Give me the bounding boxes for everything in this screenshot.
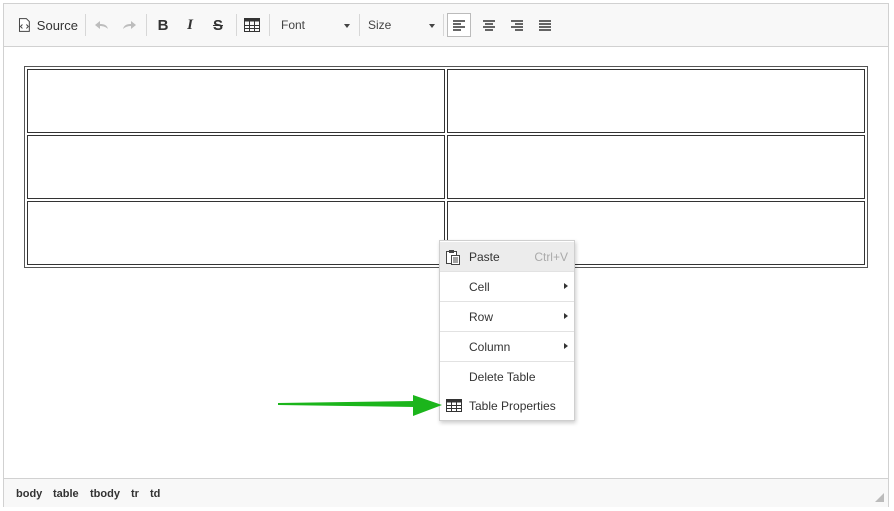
chevron-down-icon <box>429 24 435 28</box>
italic-icon: I <box>187 16 193 33</box>
table-cell[interactable] <box>447 69 865 133</box>
align-center-button[interactable] <box>477 15 501 35</box>
chevron-right-icon <box>564 343 568 349</box>
table-row <box>27 69 865 133</box>
toolbar-separator <box>359 14 360 36</box>
italic-button[interactable]: I <box>181 15 199 35</box>
toolbar-separator <box>146 14 147 36</box>
bold-icon: B <box>157 16 169 34</box>
align-justify-icon <box>539 19 551 31</box>
chevron-down-icon <box>344 24 350 28</box>
chevron-right-icon <box>564 283 568 289</box>
column-label: Column <box>469 340 511 354</box>
context-menu: Paste Ctrl+V Cell Row Column Delete Tabl… <box>439 240 575 421</box>
menu-item-table-properties[interactable]: Table Properties <box>440 391 574 420</box>
table-cell[interactable] <box>27 201 445 265</box>
table-cell[interactable] <box>27 135 445 199</box>
menu-item-row[interactable]: Row <box>440 302 574 331</box>
paste-label: Paste <box>469 250 500 264</box>
table-cell[interactable] <box>447 135 865 199</box>
cell-label: Cell <box>469 280 490 294</box>
toolbar-separator <box>85 14 86 36</box>
align-left-icon <box>453 19 465 31</box>
align-right-icon <box>511 19 523 31</box>
paste-shortcut: Ctrl+V <box>534 250 568 264</box>
table-cell[interactable] <box>27 69 445 133</box>
align-center-icon <box>483 19 495 31</box>
source-icon <box>18 18 30 32</box>
menu-item-delete-table[interactable]: Delete Table <box>440 362 574 391</box>
row-label: Row <box>469 310 494 324</box>
undo-icon <box>95 21 108 29</box>
size-select[interactable]: Size <box>368 15 440 35</box>
size-select-label: Size <box>368 18 392 32</box>
status-bar: body table tbody tr td <box>4 478 888 507</box>
source-button[interactable]: Source <box>18 15 78 35</box>
menu-item-column[interactable]: Column <box>440 332 574 361</box>
font-select[interactable]: Font <box>281 15 353 35</box>
toolbar-separator <box>236 14 237 36</box>
path-item-tbody[interactable]: tbody <box>90 488 120 500</box>
path-item-tr[interactable]: tr <box>131 488 139 500</box>
clipboard-icon <box>446 249 460 268</box>
menu-item-paste[interactable]: Paste Ctrl+V <box>440 242 574 271</box>
font-select-label: Font <box>281 18 306 32</box>
path-item-body[interactable]: body <box>16 488 42 500</box>
redo-icon <box>123 21 136 29</box>
delete-table-label: Delete Table <box>469 370 536 384</box>
table-properties-label: Table Properties <box>469 399 556 413</box>
source-label: Source <box>36 17 78 33</box>
chevron-right-icon <box>564 313 568 319</box>
align-left-button[interactable] <box>447 13 471 37</box>
toolbar-separator <box>269 14 270 36</box>
align-justify-button[interactable] <box>533 15 557 35</box>
green-arrow-annotation <box>278 395 442 416</box>
toolbar: Source B I S Font Size <box>4 4 888 47</box>
menu-item-cell[interactable]: Cell <box>440 272 574 301</box>
table-icon <box>446 399 462 415</box>
strikethrough-icon: S <box>212 16 223 34</box>
resize-handle[interactable] <box>875 493 884 502</box>
path-item-table[interactable]: table <box>53 488 79 500</box>
table-row <box>27 135 865 199</box>
bold-button[interactable]: B <box>154 15 172 35</box>
table-icon <box>244 18 260 32</box>
insert-table-button[interactable] <box>242 15 262 35</box>
strikethrough-button[interactable]: S <box>209 15 227 35</box>
undo-button[interactable] <box>92 15 112 35</box>
redo-button[interactable] <box>119 15 139 35</box>
content-table[interactable] <box>24 66 868 268</box>
align-right-button[interactable] <box>505 15 529 35</box>
toolbar-separator <box>443 14 444 36</box>
path-item-td[interactable]: td <box>150 488 160 500</box>
